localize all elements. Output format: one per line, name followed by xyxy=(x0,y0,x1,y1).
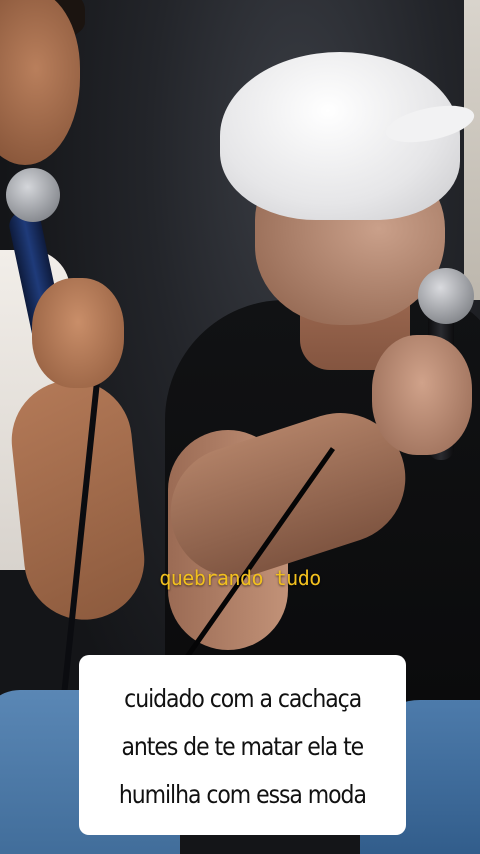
overlay-label: quebrando tudo xyxy=(159,566,321,590)
microphone-icon xyxy=(6,168,60,222)
caption-line: antes de te matar ela te xyxy=(121,732,365,761)
left-person-head xyxy=(0,0,80,165)
video-frame[interactable]: quebrando tudo cuidado com a cachaça ant… xyxy=(0,0,480,854)
background-wall xyxy=(464,0,480,300)
right-person-hand xyxy=(372,335,472,455)
caption-line: cuidado com a cachaça xyxy=(124,684,362,713)
microphone-icon xyxy=(418,268,474,324)
left-person-hand xyxy=(32,278,124,388)
caption-line: humilha com essa moda xyxy=(118,780,367,809)
caption-box: cuidado com a cachaça antes de te matar … xyxy=(79,655,406,835)
